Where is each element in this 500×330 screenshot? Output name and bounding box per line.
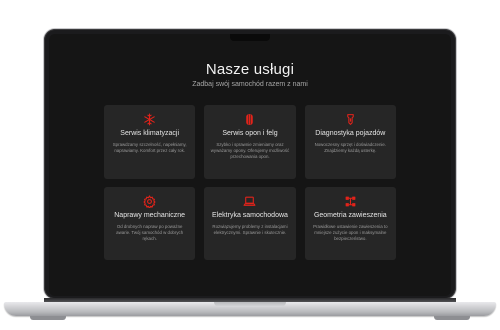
service-title: Elektryka samochodowa — [212, 211, 288, 219]
service-title: Diagnostyka pojazdów — [315, 130, 386, 137]
services-grid: Serwis klimatyzacji Sprawdzamy szczelnoś… — [104, 105, 396, 260]
service-title: Serwis opon i felg — [222, 130, 278, 137]
laptop-screen: Nasze usługi Zadbaj swój samochód razem … — [49, 34, 451, 296]
service-description: Od drobnych napraw po poważne awarie. Tw… — [116, 223, 184, 241]
service-description: Prawidłowe ustawienie zawieszenia to mni… — [313, 223, 388, 241]
page-title: Nasze usługi — [205, 61, 295, 78]
camera-notch — [230, 34, 270, 41]
service-title: Serwis klimatyzacji — [120, 130, 180, 137]
laptop-foot-left — [30, 316, 66, 320]
laptop-mockup: Nasze usługi Zadbaj swój samochód razem … — [0, 0, 500, 330]
service-card-alignment[interactable]: Geometria zawieszenia Prawidłowe ustawie… — [304, 186, 396, 260]
service-card-electrics[interactable]: Elektryka samochodowa Rozwiązujemy probl… — [204, 186, 296, 260]
tire-icon — [246, 114, 254, 125]
snowflake-icon — [144, 113, 155, 126]
alignment-icon — [345, 196, 356, 206]
page-subtitle: Zadbaj swój samochód razem z nami — [192, 81, 308, 88]
service-title: Geometria zawieszenia — [313, 211, 387, 219]
gear-icon — [143, 194, 156, 208]
service-description: Szybko i sprawnie zmieniamy oraz wyważam… — [210, 142, 290, 159]
engine-icon — [347, 114, 354, 125]
service-card-diagnostics[interactable]: Diagnostyka pojazdów Nowoczesny sprzęt i… — [304, 105, 396, 179]
service-card-tires[interactable]: Serwis opon i felg Szybko i sprawnie zmi… — [204, 105, 296, 179]
laptop-icon — [244, 196, 256, 206]
service-description: Sprawdzamy szczelność, napełniamy, napra… — [112, 142, 187, 153]
laptop-base-groove — [214, 302, 286, 307]
laptop-base — [4, 302, 496, 316]
service-description: Nowoczesny sprzęt i doświadczenie. Znajd… — [314, 142, 387, 153]
service-card-air-conditioning[interactable]: Serwis klimatyzacji Sprawdzamy szczelnoś… — [104, 105, 196, 179]
service-title: Naprawy mechaniczne — [114, 211, 186, 219]
service-card-mechanical[interactable]: Naprawy mechaniczne Od drobnych napraw p… — [104, 186, 196, 260]
laptop-foot-right — [434, 316, 470, 320]
service-description: Rozwiązujemy problemy z instalacjami ele… — [212, 223, 288, 235]
